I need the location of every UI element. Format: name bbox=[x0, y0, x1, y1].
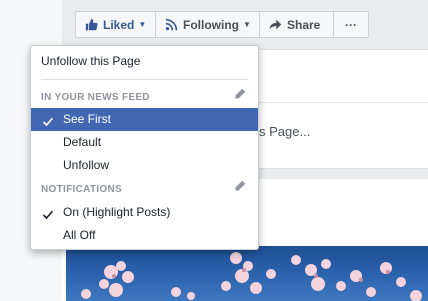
menu-item-see-first[interactable]: See First bbox=[31, 108, 258, 131]
more-icon: ··· bbox=[345, 17, 357, 32]
share-label: Share bbox=[287, 17, 321, 32]
liked-button[interactable]: Liked ▼ bbox=[76, 12, 156, 37]
menu-divider bbox=[41, 79, 248, 80]
share-arrow-icon bbox=[269, 18, 282, 31]
post-card: s Page... bbox=[258, 49, 428, 169]
notifications-heading: NOTIFICATIONS bbox=[41, 184, 122, 195]
pencil-icon[interactable] bbox=[234, 87, 246, 99]
on-highlight-label: On (Highlight Posts) bbox=[63, 205, 171, 219]
chevron-down-icon: ▼ bbox=[243, 20, 251, 29]
check-icon bbox=[42, 113, 54, 127]
following-label: Following bbox=[183, 17, 239, 32]
see-first-label: See First bbox=[63, 112, 112, 126]
thumbs-up-icon bbox=[85, 18, 98, 31]
more-options-button[interactable]: ··· bbox=[334, 12, 368, 37]
cover-photo[interactable] bbox=[66, 246, 428, 301]
post-card-header bbox=[259, 50, 428, 103]
check-icon bbox=[42, 206, 54, 220]
menu-item-on-highlight-posts[interactable]: On (Highlight Posts) bbox=[31, 201, 258, 224]
news-feed-heading: IN YOUR NEWS FEED bbox=[41, 92, 150, 103]
chevron-down-icon: ▼ bbox=[138, 20, 147, 29]
menu-item-all-off[interactable]: All Off bbox=[31, 224, 258, 247]
blossom-image bbox=[81, 252, 422, 301]
pencil-icon[interactable] bbox=[234, 179, 246, 191]
following-dropdown-menu: Unfollow this Page IN YOUR NEWS FEED See… bbox=[30, 45, 259, 250]
post-composer-placeholder[interactable]: s Page... bbox=[259, 124, 310, 139]
share-button[interactable]: Share bbox=[260, 12, 334, 37]
liked-label: Liked bbox=[103, 17, 135, 32]
following-button[interactable]: Following ▼ bbox=[156, 12, 260, 37]
menu-item-default[interactable]: Default bbox=[31, 131, 258, 154]
rss-feed-icon bbox=[165, 18, 178, 31]
menu-item-unfollow-page[interactable]: Unfollow this Page bbox=[31, 50, 258, 73]
page-action-bar: Liked ▼ Following ▼ Share ··· bbox=[75, 11, 369, 38]
menu-item-unfollow[interactable]: Unfollow bbox=[31, 154, 258, 177]
